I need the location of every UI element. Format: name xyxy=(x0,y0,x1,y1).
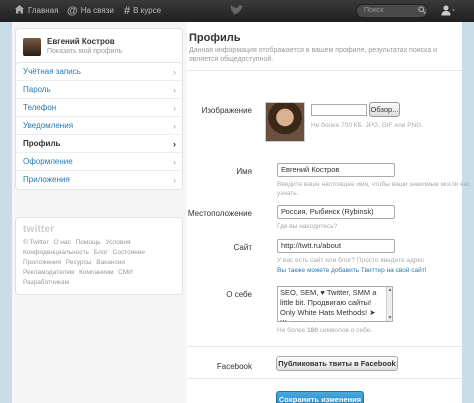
footer-link[interactable]: Разработчикам xyxy=(23,279,69,286)
bio-char-count: 160 xyxy=(307,327,318,334)
website-field[interactable]: http://twtt.ru/about xyxy=(277,239,395,253)
nav-discover-label: В курсе xyxy=(133,6,162,15)
footer-link[interactable]: Условия xyxy=(106,239,131,246)
sidebar-item-label: Уведомления xyxy=(23,121,74,130)
sidebar-item-account[interactable]: Учётная запись › xyxy=(16,63,182,81)
facebook-label: Facebook xyxy=(216,362,252,371)
nav-connect[interactable]: @ На связи xyxy=(67,0,114,22)
nav-home[interactable]: Главная xyxy=(14,0,58,22)
image-hint: Не более 700 КБ. JPG, GIF или PNG. xyxy=(311,122,424,129)
bio-hint: Не более 160 символов о себе. xyxy=(277,326,372,335)
name-hint-line-1: Введите ваше настоящее имя, чтобы ваши з… xyxy=(277,181,471,188)
profile-name[interactable]: Евгений Костров xyxy=(47,37,115,46)
page-container: Евгений Костров Показать мой профиль Учё… xyxy=(12,22,470,403)
sidebar-item-label: Учётная запись xyxy=(23,67,81,76)
divider xyxy=(187,378,462,379)
name-label: Имя xyxy=(236,167,252,176)
sidebar-item-label: Телефон xyxy=(23,103,57,112)
footer-link[interactable]: СМИ xyxy=(118,269,133,276)
footer-link[interactable]: Блог xyxy=(94,249,108,256)
sidebar-item-label: Приложения xyxy=(23,175,70,184)
location-hint: Где вы находитесь? xyxy=(277,223,338,230)
chevron-right-icon: › xyxy=(173,157,176,167)
footer-link[interactable]: О нас xyxy=(53,239,70,246)
post-to-facebook-button[interactable]: Публиковать твиты в Facebook xyxy=(276,356,398,371)
profile-settings-panel: Профиль Данная информация отображается в… xyxy=(187,22,470,403)
bio-label: О себе xyxy=(226,290,252,299)
website-label: Сайт xyxy=(233,243,252,252)
image-label: Изображение xyxy=(201,106,252,115)
divider xyxy=(187,346,462,347)
footer-link[interactable]: © Twitter xyxy=(23,239,49,246)
page-description: Данная информация отображается в вашем п… xyxy=(189,47,438,63)
sidebar-item-label: Пароль xyxy=(23,85,51,94)
hash-icon: # xyxy=(124,5,131,17)
twitter-logo: twitter xyxy=(23,224,55,235)
footer-link[interactable]: Помощь xyxy=(76,239,101,246)
sidebar-footer: twitter © Twitter О нас Помощь Условия К… xyxy=(15,217,183,295)
user-icon xyxy=(441,5,455,16)
page-title: Профиль xyxy=(189,32,241,44)
nav-home-label: Главная xyxy=(28,6,59,15)
at-icon: @ xyxy=(67,5,78,17)
footer-link[interactable]: Рекламодателям xyxy=(23,269,74,276)
settings-menu: Учётная запись › Пароль › Телефон › Уведомл… xyxy=(15,62,183,190)
home-icon xyxy=(14,0,25,22)
sidebar-item-design[interactable]: Оформление › xyxy=(16,153,182,171)
sidebar-item-notifications[interactable]: Уведомления › xyxy=(16,117,182,135)
footer-link[interactable]: Состояние xyxy=(113,249,145,256)
bio-textarea[interactable]: SEO, SEM, ♥ Twitter, SMM а little bit. П… xyxy=(277,286,393,322)
settings-sidebar: Евгений Костров Показать мой профиль Учё… xyxy=(12,22,187,403)
nav-connect-label: На связи xyxy=(80,6,114,15)
search-icon[interactable] xyxy=(418,6,426,14)
chevron-right-icon: › xyxy=(173,103,176,113)
top-navigation-bar: Главная @ На связи # В курсе Поиск xyxy=(0,0,474,22)
footer-link[interactable]: Конфиденциальность xyxy=(23,249,89,256)
bio-hint-suffix: символов о себе. xyxy=(318,327,373,334)
chevron-right-icon: › xyxy=(173,121,176,131)
profile-photo xyxy=(265,102,305,142)
avatar[interactable] xyxy=(23,38,41,56)
website-hint: У вас есть сайт или блог? Просто введите… xyxy=(277,257,425,264)
sidebar-item-label: Профиль xyxy=(23,139,61,148)
divider xyxy=(187,70,462,71)
chevron-right-icon: › xyxy=(173,85,176,95)
location-label: Местоположение xyxy=(187,209,252,218)
bio-hint-prefix: Не более xyxy=(277,327,308,334)
scroll-up-icon[interactable]: ▲ xyxy=(387,287,393,293)
chevron-right-icon: › xyxy=(173,67,176,77)
scroll-down-icon[interactable]: ▼ xyxy=(387,315,393,321)
view-profile-link[interactable]: Показать мой профиль xyxy=(47,48,122,55)
location-field[interactable]: Россия, Рыбинск (Rybinsk) xyxy=(277,205,395,219)
user-menu-button[interactable] xyxy=(441,5,455,19)
sidebar-item-phone[interactable]: Телефон › xyxy=(16,99,182,117)
sidebar-item-password[interactable]: Пароль › xyxy=(16,81,182,99)
save-changes-button[interactable]: Сохранить изменения xyxy=(276,391,364,403)
file-path-input[interactable] xyxy=(311,104,367,116)
footer-links: © Twitter О нас Помощь Условия Конфиденц… xyxy=(23,238,175,288)
footer-link[interactable]: Приложения xyxy=(23,259,61,266)
footer-link[interactable]: Ресурсы xyxy=(66,259,92,266)
footer-link[interactable]: Компаниям xyxy=(79,269,113,276)
bio-scrollbar[interactable]: ▲ ▼ xyxy=(386,287,392,321)
add-twitter-to-site-link[interactable]: Вы также можете добавить Твиттер на свой… xyxy=(277,267,427,274)
name-field[interactable]: Евгений Костров xyxy=(277,163,395,177)
chevron-right-icon: › xyxy=(173,139,176,149)
footer-link[interactable]: Вакансии xyxy=(96,259,125,266)
sidebar-item-apps[interactable]: Приложения › xyxy=(16,171,182,189)
chevron-right-icon: › xyxy=(173,175,176,185)
name-hint-line-2: узнать. xyxy=(277,190,299,197)
browse-button[interactable]: Обзор... xyxy=(369,102,400,117)
twitter-bird-icon[interactable] xyxy=(228,5,244,17)
sidebar-item-profile[interactable]: Профиль › xyxy=(16,135,182,153)
sidebar-item-label: Оформление xyxy=(23,157,73,166)
nav-discover[interactable]: # В курсе xyxy=(124,0,161,22)
